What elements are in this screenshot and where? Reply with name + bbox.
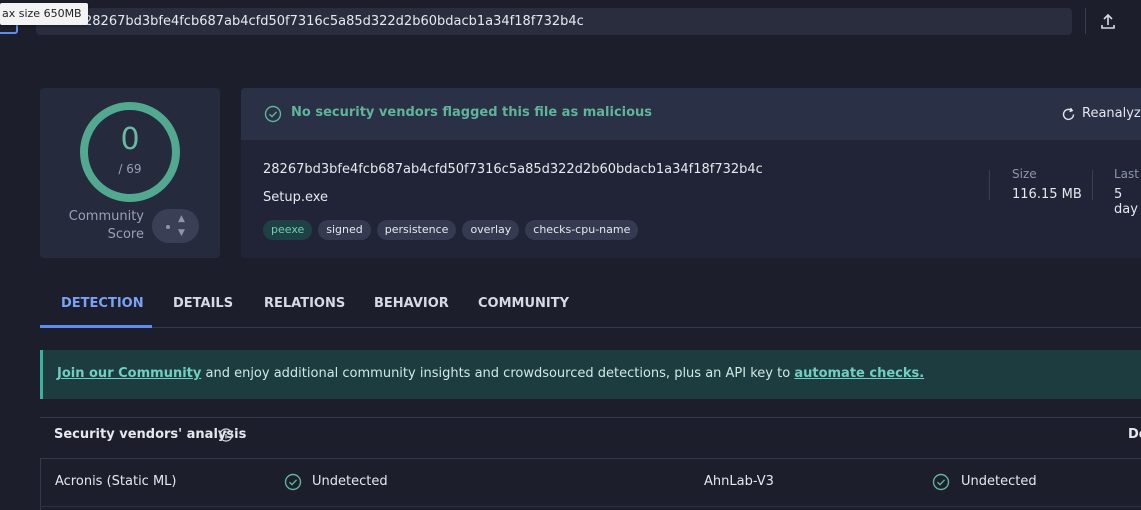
check-circle-icon [264,105,282,123]
row-divider [40,506,1141,507]
size-label: Size [1012,167,1037,181]
tabs-divider [40,327,1141,328]
tag-peexe[interactable]: peexe [263,220,313,240]
search-bar[interactable] [36,8,1072,35]
tag-checks-cpu-name[interactable]: checks-cpu-name [525,220,639,240]
automate-checks-link[interactable]: automate checks. [794,366,924,381]
chevron-down-icon[interactable]: ▼ [178,228,185,238]
chevron-up-icon[interactable]: ▲ [178,214,185,224]
meta-divider-2 [1092,170,1093,200]
info-icon[interactable] [219,428,233,442]
tab-community[interactable]: COMMUNITY [478,296,569,311]
vendor-name: Acronis (Static ML) [55,474,177,489]
meta-divider [989,170,990,200]
tag-persistence[interactable]: persistence [376,220,457,240]
join-community-link[interactable]: Join our Community [57,366,201,381]
vendors-top-divider [40,417,1141,418]
upload-icon[interactable] [1098,12,1118,32]
active-tab-indicator [40,325,152,328]
tab-behavior[interactable]: BEHAVIOR [374,296,449,311]
vendor-result: Undetected [961,474,1037,489]
check-circle-icon [932,473,950,491]
community-score-dot [166,225,170,229]
file-tags: peexe signed persistence overlay checks-… [263,220,639,240]
banner-middle-text: and enjoy additional community insights … [201,366,795,381]
tag-overlay[interactable]: overlay [462,220,520,240]
vendor-name: AhnLab-V3 [704,474,774,489]
community-banner-text: Join our Community and enjoy additional … [57,366,924,381]
table-left-edge [40,458,41,510]
vendors-header-divider [40,458,1141,459]
size-value: 116.15 MB [1012,187,1082,202]
last-analysis-label: Last [1114,167,1139,181]
tag-signed[interactable]: signed [318,220,371,240]
tab-details[interactable]: DETAILS [173,296,233,311]
tab-relations[interactable]: RELATIONS [264,296,345,311]
check-circle-icon [284,473,302,491]
refresh-icon[interactable] [1061,107,1076,122]
last-analysis-value: 5 day [1114,187,1138,217]
vendors-section-title: Security vendors' analysis [54,427,247,442]
max-size-tooltip: ax size 650MB [0,3,88,25]
detection-count: 0 [120,122,140,157]
community-score-label: Community Score [68,209,144,242]
file-name: Setup.exe [263,190,329,205]
detection-total: / 69 [118,162,142,176]
toolbar-divider [1085,8,1086,34]
file-hash: 28267bd3bfe4fcb687ab4cfd50f7316c5a85d322… [263,162,763,177]
search-input[interactable] [84,8,1044,35]
vendors-right-header[interactable]: Do [1128,427,1141,442]
file-status-message: No security vendors flagged this file as… [291,105,653,120]
reanalyze-button[interactable]: Reanalyze [1082,106,1141,121]
vendor-result: Undetected [312,474,388,489]
community-score-vote[interactable] [152,209,199,243]
tab-detection[interactable]: DETECTION [61,296,144,311]
